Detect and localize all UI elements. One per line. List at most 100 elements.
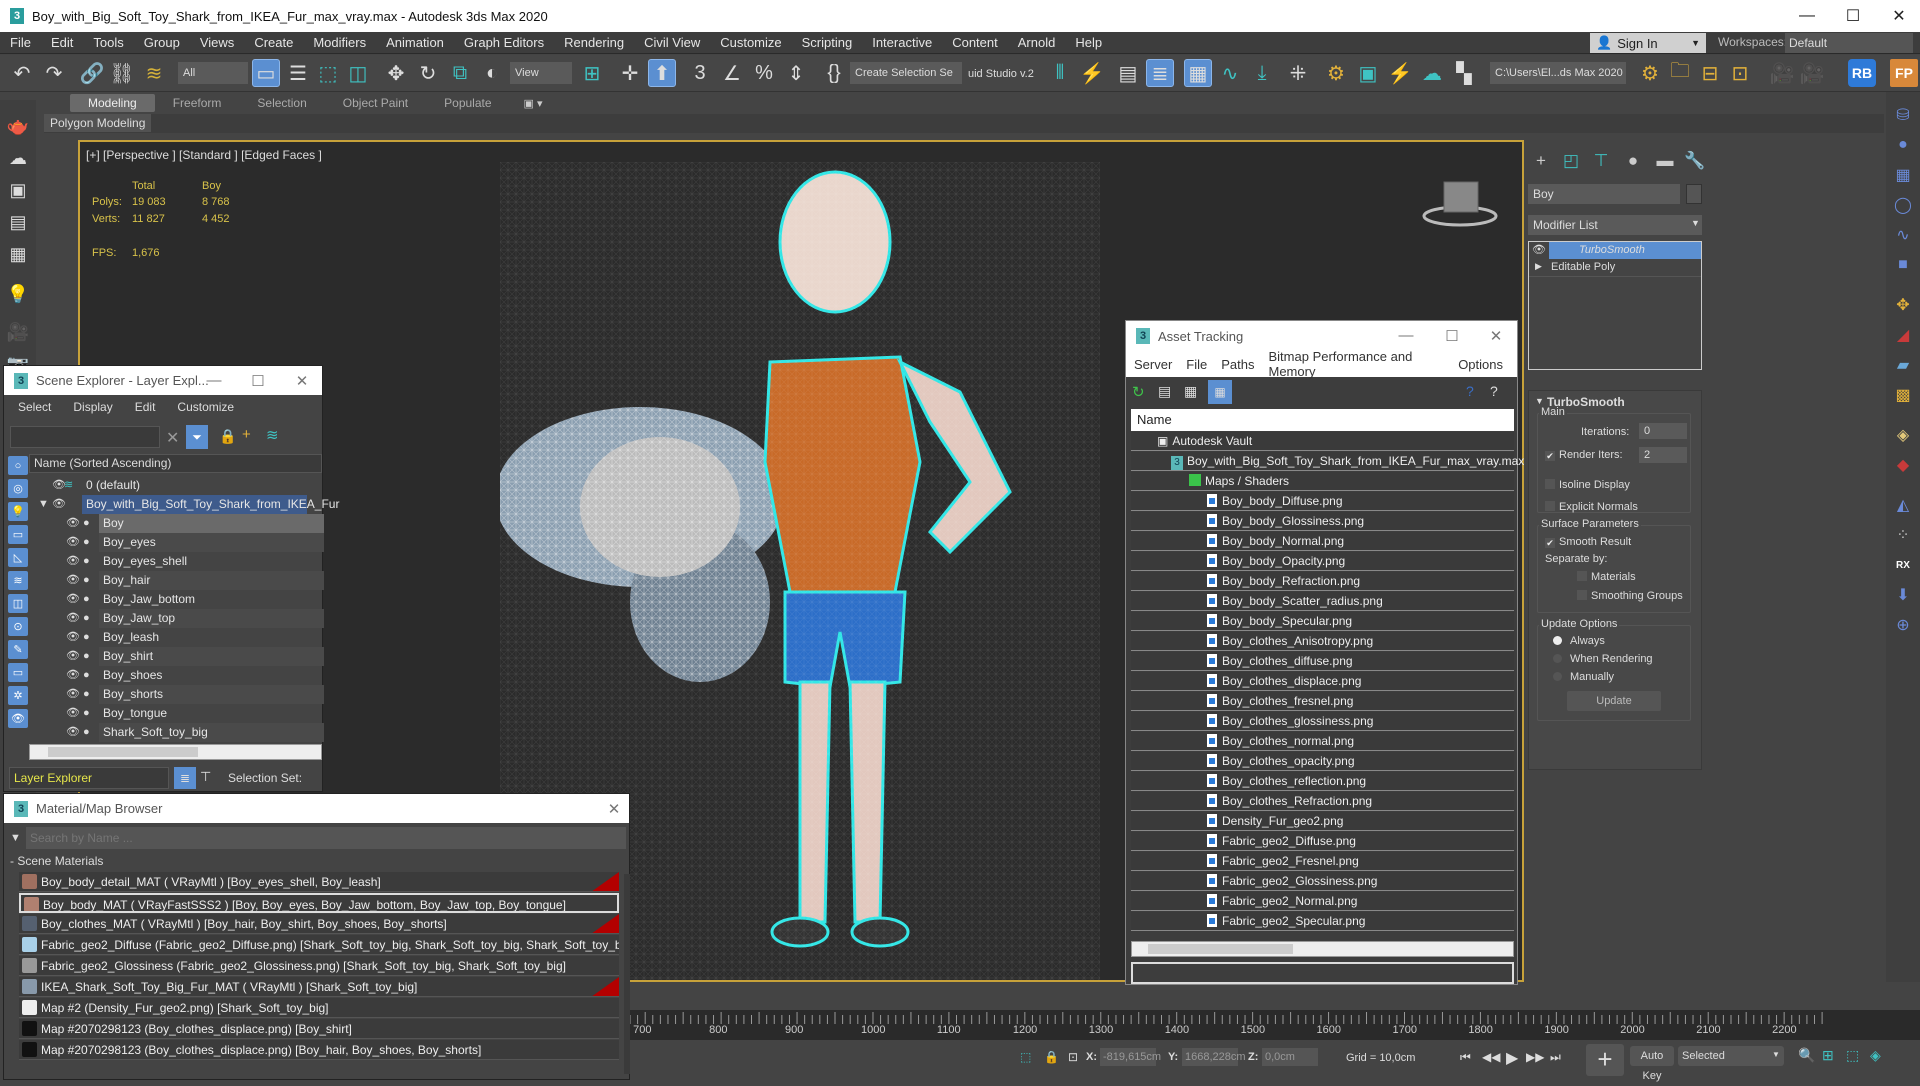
asset-file-row[interactable]: Boy_body_Scatter_radius.png (1131, 592, 1514, 611)
box-icon[interactable]: ■ (1890, 252, 1916, 278)
material-item[interactable]: Boy_clothes_MAT ( VRayMtl ) [Boy_hair, B… (19, 914, 619, 934)
workspaces-dropdown[interactable]: Default (1785, 33, 1913, 53)
asset-file-row[interactable]: Fabric_geo2_Glossiness.png (1131, 872, 1514, 891)
display-tab-icon[interactable]: ▬ (1652, 148, 1678, 174)
display-lights-icon[interactable]: 💡 (8, 502, 28, 521)
rendered-frame-window-icon[interactable]: ▣ (1354, 59, 1382, 87)
camera-icon[interactable]: 🎥 (1768, 59, 1796, 87)
filter-icon[interactable]: ⏷ (186, 425, 208, 449)
rect-selection-icon[interactable]: ⬚ (314, 59, 342, 87)
project-structure-icon[interactable]: ⊡ (1726, 59, 1754, 87)
scene-search-input[interactable] (10, 426, 160, 448)
update-manually-radio[interactable]: Manually (1553, 671, 1614, 683)
asset-file-row[interactable]: Boy_body_Opacity.png (1131, 552, 1514, 571)
asset-tracking-titlebar[interactable]: 3 Asset Tracking — ☐ ✕ (1126, 321, 1517, 351)
visibility-eye-icon[interactable]: 👁 ● (66, 571, 90, 590)
display-spacewarps-icon[interactable]: ≋ (8, 571, 28, 590)
menu-options[interactable]: Options (1458, 357, 1503, 372)
visibility-eye-icon[interactable]: 👁 ● (66, 685, 90, 704)
menu-edit[interactable]: Edit (41, 35, 83, 50)
object-row[interactable]: Shark_Soft_toy_big (99, 723, 324, 742)
menu-interactive[interactable]: Interactive (862, 35, 942, 50)
selection-lock-icon[interactable]: 🔒 (1044, 1050, 1059, 1064)
material-item[interactable]: Boy_body_MAT ( VRayFastSSS2 ) [Boy, Boy_… (19, 893, 619, 913)
menu-arnold[interactable]: Arnold (1008, 35, 1066, 50)
teapot-icon[interactable]: 🫖 (4, 112, 32, 140)
fp-plugin-icon[interactable]: FP (1890, 59, 1918, 87)
ribbon-tab-populate[interactable]: Populate (426, 94, 509, 112)
horizontal-scrollbar[interactable] (1131, 941, 1514, 957)
expand-triangle-icon[interactable]: ▶ (1535, 261, 1542, 272)
select-object-icon[interactable]: ▭ (252, 59, 280, 87)
close-button[interactable]: ✕ (1476, 321, 1516, 350)
cylinder-icon[interactable]: ⛁ (1890, 102, 1916, 128)
ref-coord-dropdown[interactable]: View (510, 62, 572, 84)
layer-row[interactable]: 0 (default) (82, 476, 307, 495)
sphere-icon[interactable]: ● (1890, 132, 1916, 158)
viewcube[interactable] (1420, 172, 1500, 232)
table-view-icon[interactable]: ▦ (1208, 380, 1232, 404)
menu-modifiers[interactable]: Modifiers (303, 35, 376, 50)
selection-filter-dropdown[interactable]: All (178, 62, 248, 84)
curve-editor-icon[interactable]: ∿ (1216, 59, 1244, 87)
asset-file-row[interactable]: Boy_clothes_glossiness.png (1131, 712, 1514, 731)
set-key-icon[interactable]: + (1586, 1044, 1624, 1076)
update-always-radio[interactable]: Always (1553, 635, 1605, 647)
render-iters-checkbox[interactable]: ✔ Render Iters: (1545, 449, 1623, 461)
project-tree-icon[interactable]: ⊟ (1696, 59, 1724, 87)
material-item[interactable]: Boy_body_detail_MAT ( VRayMtl ) [Boy_eye… (19, 872, 619, 892)
zoom-extents-all-icon[interactable]: ◈ (1870, 1047, 1881, 1064)
visibility-eye-icon[interactable]: 👁 ● (66, 552, 90, 571)
display-particles-icon[interactable]: ✲ (8, 686, 28, 705)
asset-file-row[interactable]: Boy_body_Diffuse.png (1131, 492, 1514, 511)
edit-named-selection-icon[interactable]: {} (820, 59, 848, 87)
asset-path-field[interactable] (1131, 962, 1514, 984)
asset-file-row[interactable]: Boy_clothes_normal.png (1131, 732, 1514, 751)
dope-sheet-icon[interactable]: ⤓ (1248, 59, 1276, 87)
drop-icon[interactable]: ⬇ (1890, 582, 1916, 608)
close-button[interactable]: ✕ (1876, 0, 1920, 32)
explorer-mode-dropdown[interactable]: Layer Explorer (9, 767, 169, 789)
asset-file-row[interactable]: Fabric_geo2_Normal.png (1131, 892, 1514, 911)
detail-view-icon[interactable]: ▦ (1184, 383, 1197, 400)
visibility-eye-icon[interactable]: 👁 ● (66, 628, 90, 647)
asset-file-row[interactable]: Density_Fur_geo2.png (1131, 812, 1514, 831)
visibility-eye-icon[interactable]: 👁 ● (66, 647, 90, 666)
scene-materials-section[interactable]: - Scene Materials (10, 854, 103, 868)
display-geometry-icon[interactable]: ○ (8, 456, 28, 475)
modifier-list-dropdown[interactable]: Modifier List (1528, 215, 1702, 235)
collapse-triangle-icon[interactable]: ▼ (1535, 396, 1544, 406)
camera-add-icon[interactable]: 🎥 (1798, 59, 1826, 87)
link-object-icon[interactable]: ⊕ (1890, 612, 1916, 638)
create-tab-icon[interactable]: + (1528, 148, 1554, 174)
hierarchy-view-icon[interactable]: ⊤ (200, 769, 211, 785)
grid-icon[interactable]: ▦ (1890, 162, 1916, 188)
layer-row[interactable]: Boy_with_Big_Soft_Toy_Shark_from_IKEA_Fu… (82, 495, 339, 514)
menu-views[interactable]: Views (190, 35, 244, 50)
uvw-icon[interactable]: ◭ (1890, 492, 1916, 518)
y-coordinate-field[interactable]: 1668,228cm (1182, 1048, 1246, 1066)
layers-view-icon[interactable]: ≣ (174, 767, 196, 789)
close-button[interactable]: ✕ (594, 794, 634, 823)
render-viewports-icon[interactable]: ▚ (1450, 59, 1478, 87)
move-icon[interactable]: ✥ (382, 59, 410, 87)
key-filter-dropdown[interactable]: Selected (1678, 1046, 1784, 1066)
menu-display[interactable]: Display (73, 400, 112, 414)
tree-row-vault[interactable]: ▣ Autodesk Vault (1131, 432, 1514, 451)
material-item[interactable]: IKEA_Shark_Soft_Toy_Big_Fur_MAT ( VRayMt… (19, 977, 619, 997)
smoothing-groups-checkbox[interactable]: Smoothing Groups (1577, 590, 1683, 602)
x-coordinate-field[interactable]: -819,615cm (1100, 1048, 1161, 1066)
display-xrefs-icon[interactable]: ⊙ (8, 617, 28, 636)
object-name-field[interactable]: Boy (1528, 184, 1680, 204)
menu-animation[interactable]: Animation (376, 35, 454, 50)
options-triangle-icon[interactable]: ▼ (10, 832, 21, 844)
stack-item-turbosmooth[interactable]: 👁 TurboSmooth (1529, 242, 1701, 259)
iterations-spinner[interactable]: 0 (1639, 423, 1687, 439)
menu-rendering[interactable]: Rendering (554, 35, 634, 50)
maximize-button[interactable]: ☐ (1432, 321, 1472, 350)
visibility-eye-icon[interactable]: 👁 ● (66, 723, 90, 742)
maximize-button[interactable]: ☐ (1830, 0, 1876, 32)
help-context-icon[interactable]: ? (1490, 383, 1498, 399)
ribbon-options-icon[interactable]: ▣ ▾ (524, 97, 543, 110)
layers-icon[interactable]: ≋ (266, 426, 279, 444)
